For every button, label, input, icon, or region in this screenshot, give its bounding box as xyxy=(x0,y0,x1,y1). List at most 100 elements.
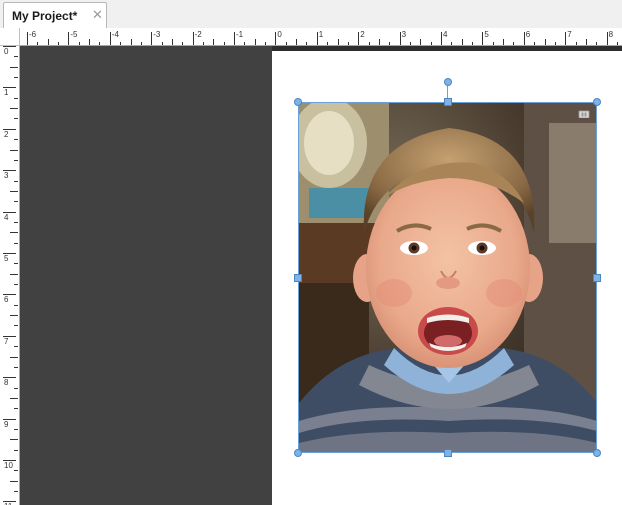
ruler-minor-tick xyxy=(10,108,18,110)
ruler-minor-tick xyxy=(202,42,204,45)
ruler-minor-tick xyxy=(327,42,329,45)
ruler-minor-tick xyxy=(554,42,556,45)
resize-handle-top-right[interactable] xyxy=(593,98,601,106)
ruler-minor-tick xyxy=(10,149,18,151)
canvas-workspace[interactable] xyxy=(20,46,622,505)
ruler-minor-tick xyxy=(14,180,18,182)
ruler-minor-tick xyxy=(10,439,18,441)
ruler-minor-tick xyxy=(10,480,18,482)
ruler-label: 1 xyxy=(4,88,9,98)
ruler-label: 8 xyxy=(608,30,614,39)
rotate-handle[interactable] xyxy=(444,78,452,86)
ruler-minor-tick xyxy=(120,42,122,45)
ruler-minor-tick xyxy=(14,201,18,203)
portrait-photo[interactable] xyxy=(299,103,597,453)
ruler-minor-tick xyxy=(14,428,18,430)
ruler-minor-tick xyxy=(10,315,18,317)
ruler-minor-tick xyxy=(14,408,18,410)
ruler-major-tick xyxy=(275,32,277,45)
ruler-major-tick xyxy=(109,32,111,45)
ruler-minor-tick xyxy=(58,42,60,45)
ruler-minor-tick xyxy=(596,42,598,45)
ruler-minor-tick xyxy=(14,56,18,58)
portrait-photo-drawing xyxy=(299,103,597,453)
ruler-label: -2 xyxy=(194,30,202,39)
ruler-minor-tick xyxy=(14,346,18,348)
ruler-label: 10 xyxy=(4,461,13,470)
ruler-minor-tick xyxy=(306,42,308,45)
ruler-major-tick xyxy=(234,32,235,45)
ruler-label: 6 xyxy=(4,295,9,305)
ruler-label: 0 xyxy=(277,30,282,39)
ruler-minor-tick xyxy=(182,42,184,45)
ruler-minor-tick xyxy=(14,97,18,99)
ruler-corner xyxy=(0,28,20,46)
ruler-minor-tick xyxy=(10,66,18,68)
ruler-major-tick xyxy=(192,32,194,45)
ruler-minor-tick xyxy=(430,42,432,45)
ruler-minor-tick xyxy=(161,42,163,45)
ruler-minor-tick xyxy=(451,42,453,45)
ruler-major-tick xyxy=(358,32,360,45)
horizontal-ruler[interactable]: -6 -5 -4 -3 -2 -1 0 1 2 3 4 5 6 7 8 xyxy=(20,28,622,46)
ruler-minor-tick xyxy=(14,470,18,472)
ruler-label: -1 xyxy=(236,30,244,39)
lock-icon[interactable] xyxy=(578,108,590,118)
ruler-minor-tick xyxy=(14,491,18,493)
ruler-minor-tick xyxy=(37,42,39,45)
ruler-minor-tick xyxy=(171,39,173,45)
ruler-label: 4 xyxy=(443,30,448,39)
ruler-minor-tick xyxy=(213,39,215,45)
ruler-major-tick xyxy=(482,32,484,45)
ruler-major-tick xyxy=(68,32,70,45)
ruler-minor-tick xyxy=(14,284,18,286)
resize-handle-right[interactable] xyxy=(593,274,601,282)
ruler-minor-tick xyxy=(244,42,246,45)
ruler-major-tick xyxy=(316,32,318,45)
ruler-label: 2 xyxy=(4,129,9,139)
resize-handle-bottom-right[interactable] xyxy=(593,449,601,457)
ruler-major-tick xyxy=(27,32,28,45)
ruler-minor-tick xyxy=(503,39,505,45)
ruler-label: 3 xyxy=(4,171,9,181)
ruler-label: 5 xyxy=(4,254,9,263)
resize-handle-bottom[interactable] xyxy=(444,449,452,457)
ruler-minor-tick xyxy=(10,397,18,399)
vertical-ruler[interactable]: 01234567891011 xyxy=(0,46,20,505)
resize-handle-top[interactable] xyxy=(444,98,452,106)
tab-title: My Project* xyxy=(12,9,78,23)
ruler-minor-tick xyxy=(254,39,256,45)
tab-my-project[interactable]: My Project* ✕ xyxy=(3,2,107,28)
ruler-label: 9 xyxy=(4,419,9,429)
ruler-minor-tick xyxy=(265,42,267,45)
ruler-label: 5 xyxy=(484,30,489,39)
ruler-minor-tick xyxy=(47,39,49,45)
ruler-minor-tick xyxy=(14,118,18,120)
ruler-minor-tick xyxy=(130,39,132,45)
ruler-minor-tick xyxy=(296,39,298,45)
ruler-label: 3 xyxy=(401,30,407,39)
ruler-label: 6 xyxy=(525,30,531,39)
close-icon[interactable]: ✕ xyxy=(92,7,103,23)
ruler-minor-tick xyxy=(14,366,18,368)
ruler-minor-tick xyxy=(14,221,18,223)
ruler-label: 1 xyxy=(318,30,324,39)
ruler-major-tick xyxy=(151,32,153,45)
ruler-minor-tick xyxy=(223,42,225,45)
resize-handle-bottom-left[interactable] xyxy=(294,449,302,457)
ruler-label: 7 xyxy=(4,336,9,346)
ruler-minor-tick xyxy=(378,39,380,45)
ruler-minor-tick xyxy=(347,42,349,45)
ruler-minor-tick xyxy=(513,42,515,45)
resize-handle-left[interactable] xyxy=(294,274,302,282)
ruler-minor-tick xyxy=(575,42,577,45)
ruler-minor-tick xyxy=(14,304,18,306)
ruler-minor-tick xyxy=(389,42,391,45)
ruler-minor-tick xyxy=(10,232,18,234)
ruler-minor-tick xyxy=(585,39,587,45)
resize-handle-top-left[interactable] xyxy=(294,98,302,106)
ruler-label: -6 xyxy=(29,30,37,39)
ruler-label: -4 xyxy=(111,30,119,39)
ruler-minor-tick xyxy=(14,263,18,265)
ruler-minor-tick xyxy=(14,139,18,141)
